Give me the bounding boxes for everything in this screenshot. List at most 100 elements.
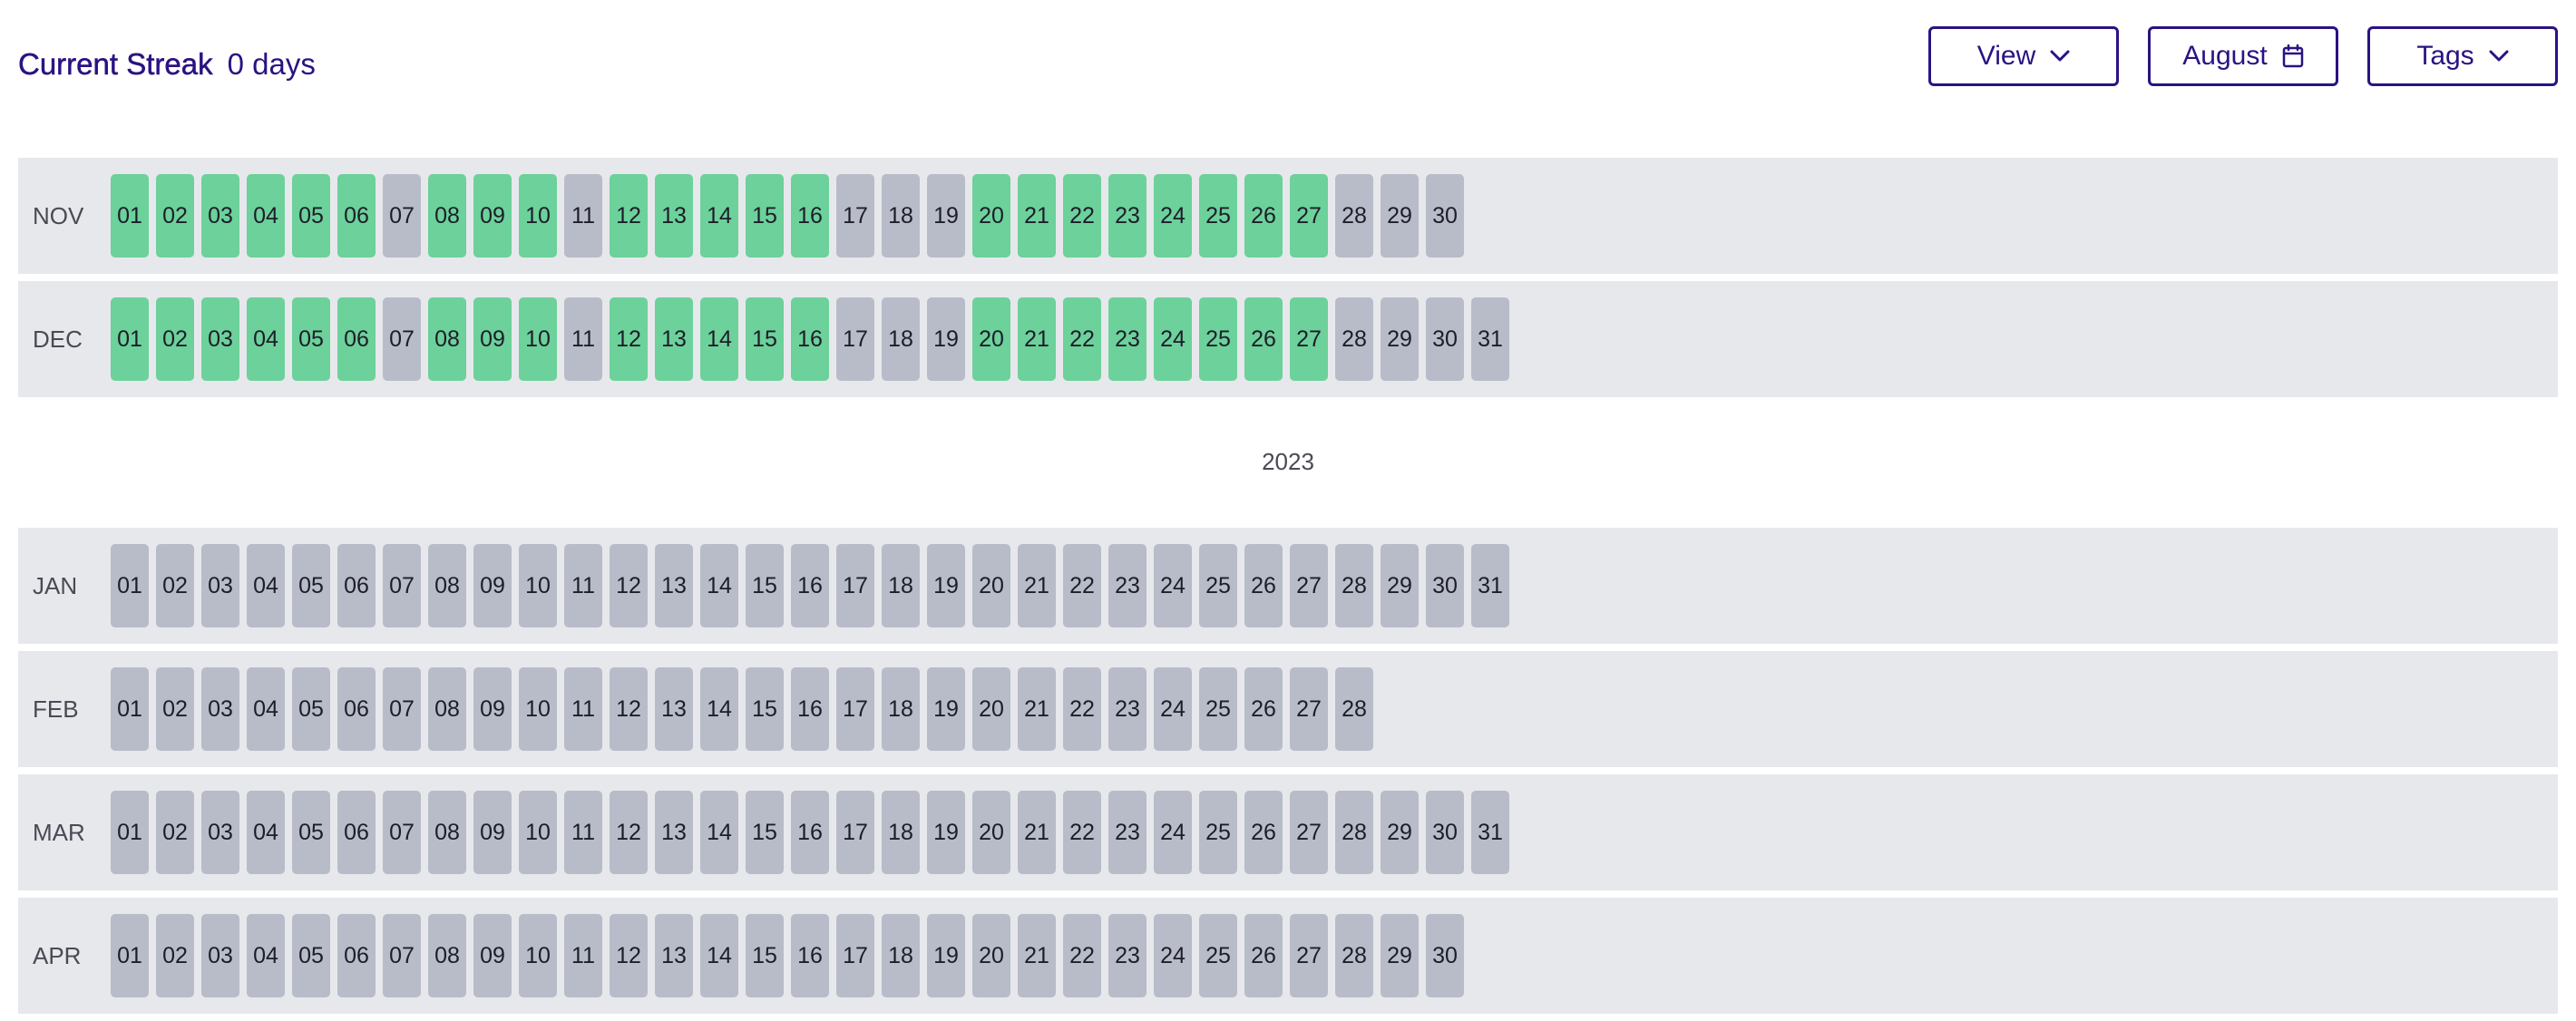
- day-cell[interactable]: 26: [1244, 544, 1283, 627]
- day-cell[interactable]: 08: [428, 914, 466, 997]
- day-cell[interactable]: 13: [655, 544, 693, 627]
- day-cell[interactable]: 24: [1154, 174, 1192, 258]
- day-cell[interactable]: 09: [473, 914, 512, 997]
- day-cell[interactable]: 22: [1063, 791, 1101, 874]
- day-cell[interactable]: 17: [836, 914, 874, 997]
- day-cell[interactable]: 07: [383, 914, 421, 997]
- day-cell[interactable]: 18: [882, 791, 920, 874]
- day-cell[interactable]: 24: [1154, 544, 1192, 627]
- day-cell[interactable]: 22: [1063, 667, 1101, 751]
- day-cell[interactable]: 08: [428, 297, 466, 381]
- day-cell[interactable]: 14: [700, 791, 738, 874]
- day-cell[interactable]: 31: [1471, 544, 1509, 627]
- day-cell[interactable]: 25: [1199, 791, 1237, 874]
- day-cell[interactable]: 23: [1108, 914, 1147, 997]
- day-cell[interactable]: 16: [791, 544, 829, 627]
- day-cell[interactable]: 12: [610, 667, 648, 751]
- day-cell[interactable]: 06: [337, 297, 376, 381]
- day-cell[interactable]: 27: [1290, 914, 1328, 997]
- day-cell[interactable]: 29: [1381, 791, 1419, 874]
- day-cell[interactable]: 05: [292, 544, 330, 627]
- day-cell[interactable]: 02: [156, 791, 194, 874]
- day-cell[interactable]: 05: [292, 791, 330, 874]
- day-cell[interactable]: 25: [1199, 914, 1237, 997]
- day-cell[interactable]: 05: [292, 914, 330, 997]
- day-cell[interactable]: 17: [836, 544, 874, 627]
- day-cell[interactable]: 15: [746, 174, 784, 258]
- day-cell[interactable]: 13: [655, 667, 693, 751]
- day-cell[interactable]: 18: [882, 174, 920, 258]
- day-cell[interactable]: 20: [972, 544, 1010, 627]
- day-cell[interactable]: 20: [972, 914, 1010, 997]
- day-cell[interactable]: 30: [1426, 791, 1464, 874]
- day-cell[interactable]: 28: [1335, 297, 1373, 381]
- day-cell[interactable]: 14: [700, 914, 738, 997]
- day-cell[interactable]: 04: [247, 544, 285, 627]
- day-cell[interactable]: 21: [1018, 791, 1056, 874]
- day-cell[interactable]: 20: [972, 297, 1010, 381]
- day-cell[interactable]: 11: [564, 791, 602, 874]
- day-cell[interactable]: 18: [882, 544, 920, 627]
- day-cell[interactable]: 26: [1244, 297, 1283, 381]
- day-cell[interactable]: 02: [156, 544, 194, 627]
- day-cell[interactable]: 21: [1018, 667, 1056, 751]
- day-cell[interactable]: 30: [1426, 297, 1464, 381]
- day-cell[interactable]: 14: [700, 174, 738, 258]
- day-cell[interactable]: 23: [1108, 297, 1147, 381]
- day-cell[interactable]: 03: [201, 297, 239, 381]
- day-cell[interactable]: 01: [111, 667, 149, 751]
- day-cell[interactable]: 08: [428, 174, 466, 258]
- day-cell[interactable]: 10: [519, 791, 557, 874]
- day-cell[interactable]: 30: [1426, 174, 1464, 258]
- day-cell[interactable]: 01: [111, 174, 149, 258]
- day-cell[interactable]: 31: [1471, 791, 1509, 874]
- day-cell[interactable]: 19: [927, 174, 965, 258]
- day-cell[interactable]: 11: [564, 914, 602, 997]
- day-cell[interactable]: 22: [1063, 174, 1101, 258]
- day-cell[interactable]: 29: [1381, 297, 1419, 381]
- day-cell[interactable]: 30: [1426, 914, 1464, 997]
- day-cell[interactable]: 23: [1108, 174, 1147, 258]
- day-cell[interactable]: 24: [1154, 297, 1192, 381]
- day-cell[interactable]: 14: [700, 667, 738, 751]
- day-cell[interactable]: 19: [927, 297, 965, 381]
- day-cell[interactable]: 04: [247, 297, 285, 381]
- day-cell[interactable]: 15: [746, 544, 784, 627]
- day-cell[interactable]: 21: [1018, 544, 1056, 627]
- day-cell[interactable]: 01: [111, 297, 149, 381]
- day-cell[interactable]: 22: [1063, 914, 1101, 997]
- day-cell[interactable]: 06: [337, 544, 376, 627]
- day-cell[interactable]: 29: [1381, 174, 1419, 258]
- day-cell[interactable]: 10: [519, 667, 557, 751]
- day-cell[interactable]: 09: [473, 297, 512, 381]
- day-cell[interactable]: 16: [791, 914, 829, 997]
- day-cell[interactable]: 11: [564, 667, 602, 751]
- day-cell[interactable]: 11: [564, 544, 602, 627]
- day-cell[interactable]: 03: [201, 791, 239, 874]
- day-cell[interactable]: 12: [610, 791, 648, 874]
- day-cell[interactable]: 01: [111, 914, 149, 997]
- month-picker-button[interactable]: August: [2148, 26, 2338, 86]
- day-cell[interactable]: 07: [383, 297, 421, 381]
- day-cell[interactable]: 20: [972, 791, 1010, 874]
- day-cell[interactable]: 03: [201, 667, 239, 751]
- day-cell[interactable]: 08: [428, 667, 466, 751]
- day-cell[interactable]: 18: [882, 914, 920, 997]
- day-cell[interactable]: 15: [746, 667, 784, 751]
- day-cell[interactable]: 15: [746, 297, 784, 381]
- day-cell[interactable]: 26: [1244, 174, 1283, 258]
- day-cell[interactable]: 22: [1063, 297, 1101, 381]
- day-cell[interactable]: 17: [836, 174, 874, 258]
- day-cell[interactable]: 10: [519, 544, 557, 627]
- day-cell[interactable]: 21: [1018, 914, 1056, 997]
- day-cell[interactable]: 07: [383, 544, 421, 627]
- day-cell[interactable]: 28: [1335, 174, 1373, 258]
- day-cell[interactable]: 16: [791, 174, 829, 258]
- day-cell[interactable]: 12: [610, 914, 648, 997]
- day-cell[interactable]: 16: [791, 791, 829, 874]
- day-cell[interactable]: 06: [337, 914, 376, 997]
- day-cell[interactable]: 13: [655, 297, 693, 381]
- day-cell[interactable]: 18: [882, 667, 920, 751]
- day-cell[interactable]: 17: [836, 297, 874, 381]
- day-cell[interactable]: 23: [1108, 667, 1147, 751]
